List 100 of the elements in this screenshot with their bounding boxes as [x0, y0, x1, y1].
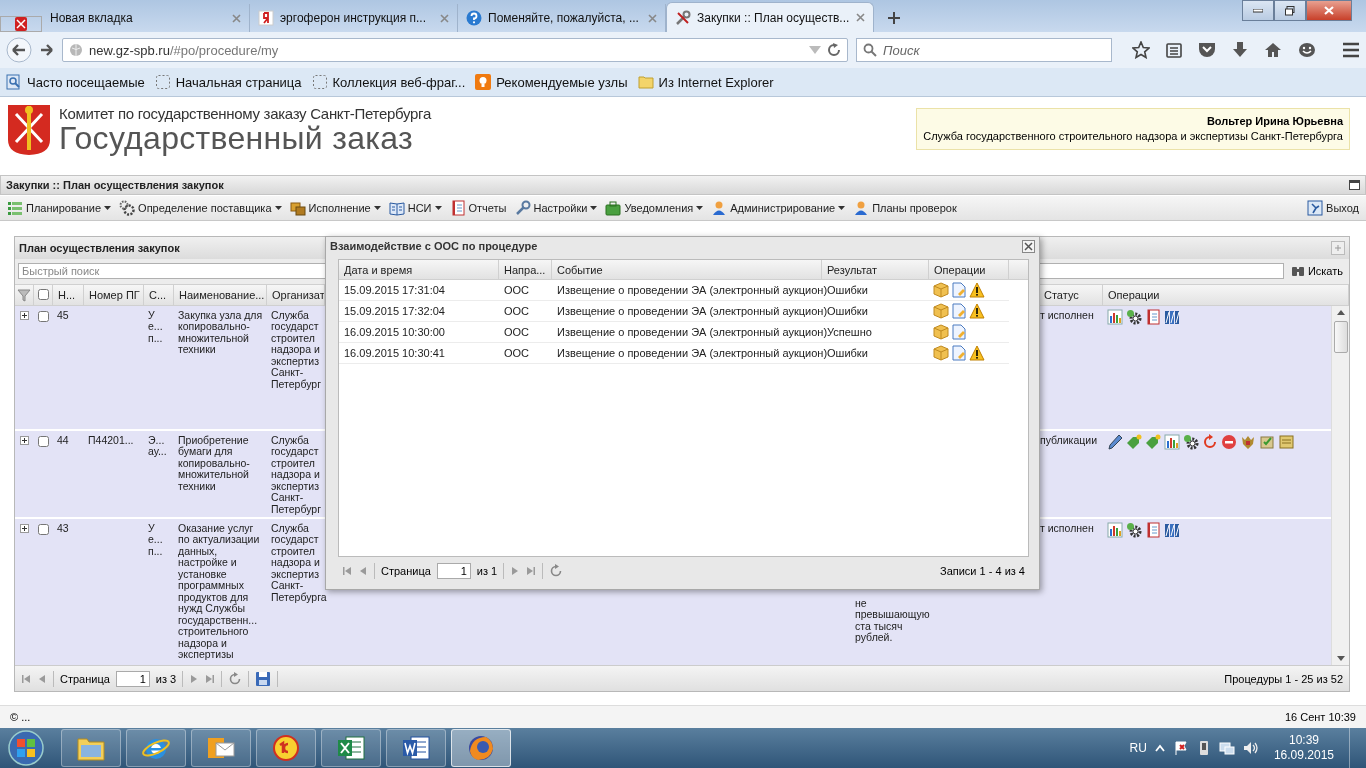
- warning-icon[interactable]: [969, 282, 985, 298]
- clock[interactable]: 10:39 16.09.2015: [1273, 733, 1334, 763]
- column-header[interactable]: Результат: [827, 263, 878, 276]
- column-header[interactable]: С...: [144, 284, 174, 305]
- back-icon[interactable]: [6, 37, 32, 63]
- expand-icon[interactable]: [20, 310, 29, 320]
- warning-icon[interactable]: [969, 345, 985, 361]
- menu-item[interactable]: Планирование: [4, 198, 115, 218]
- column-header[interactable]: Наименование...: [174, 284, 267, 305]
- bookmark-item[interactable]: Начальная страница: [154, 74, 302, 90]
- menu-item[interactable]: Уведомления: [602, 198, 707, 218]
- search-button[interactable]: Искать: [1287, 265, 1346, 278]
- search-field[interactable]: Поиск: [856, 38, 1112, 62]
- reading-list-icon[interactable]: [1166, 42, 1182, 58]
- bar-chart-icon[interactable]: [1107, 308, 1123, 325]
- maximize-icon[interactable]: [1349, 180, 1360, 190]
- column-header[interactable]: Напра...: [504, 263, 546, 276]
- taskbar-app[interactable]: [321, 729, 381, 767]
- stop-icon[interactable]: [1221, 433, 1237, 450]
- column-header[interactable]: Дата и время: [344, 263, 413, 276]
- close-button[interactable]: [1022, 239, 1035, 253]
- bookmark-item[interactable]: Из Internet Explorer: [637, 74, 774, 90]
- gear-icon[interactable]: [1126, 521, 1142, 538]
- save-icon[interactable]: [255, 670, 272, 687]
- page-input[interactable]: 1: [436, 563, 471, 579]
- menu-icon[interactable]: [1342, 42, 1360, 58]
- volume-icon[interactable]: [1242, 740, 1259, 756]
- bookmark-item[interactable]: Коллекция веб-фраг...: [311, 74, 466, 90]
- restore-button[interactable]: [1274, 0, 1306, 21]
- report-icon[interactable]: [1145, 308, 1161, 325]
- logout-button[interactable]: Выход: [1304, 198, 1362, 218]
- close-icon[interactable]: [856, 13, 865, 22]
- language-indicator[interactable]: RU: [1129, 741, 1147, 755]
- page-input[interactable]: 1: [115, 670, 150, 687]
- tag-icon[interactable]: [1145, 433, 1161, 450]
- row-checkbox[interactable]: [38, 523, 49, 535]
- star-icon[interactable]: [1132, 41, 1150, 59]
- document-icon[interactable]: [951, 324, 967, 340]
- column-header[interactable]: Событие: [557, 263, 603, 276]
- gear-icon[interactable]: [1183, 433, 1199, 450]
- column-header[interactable]: Номер ПГ: [84, 284, 144, 305]
- menu-item[interactable]: Определение поставщика: [116, 198, 285, 218]
- binders-icon[interactable]: [1164, 308, 1180, 325]
- bar-chart-icon[interactable]: [1107, 521, 1123, 538]
- warning-icon[interactable]: [969, 303, 985, 319]
- expand-icon[interactable]: [20, 435, 29, 445]
- flag-icon[interactable]: [1172, 740, 1189, 756]
- gear-icon[interactable]: [1126, 308, 1142, 325]
- address-field[interactable]: new.gz-spb.ru/#po/procedure/my: [62, 38, 848, 62]
- taskbar-app[interactable]: [191, 729, 251, 767]
- bookmark-item[interactable]: Часто посещаемые: [6, 74, 145, 90]
- browser-tab[interactable]: Закупки :: План осуществ...: [666, 2, 874, 32]
- menu-item[interactable]: Администрирование: [708, 198, 849, 218]
- column-header[interactable]: Операции: [1103, 284, 1349, 305]
- scrollbar[interactable]: [1331, 305, 1349, 666]
- reload-icon[interactable]: [827, 43, 841, 57]
- taskbar-app[interactable]: [451, 729, 511, 767]
- row-checkbox[interactable]: [38, 310, 49, 322]
- package-icon[interactable]: [933, 324, 949, 340]
- scrollbar-thumb[interactable]: [1333, 320, 1348, 353]
- menu-item[interactable]: Настройки: [511, 198, 601, 218]
- new-tab-icon[interactable]: [888, 12, 900, 24]
- taskbar-app[interactable]: [61, 729, 121, 767]
- package-icon[interactable]: [933, 303, 949, 319]
- row-checkbox[interactable]: [38, 435, 49, 447]
- column-header[interactable]: Операции: [934, 263, 986, 276]
- menu-item[interactable]: Исполнение: [286, 198, 384, 218]
- menu-item[interactable]: Отчеты: [446, 198, 510, 218]
- home-icon[interactable]: [1264, 42, 1282, 58]
- pocket-icon[interactable]: [1198, 42, 1216, 58]
- pencil-icon[interactable]: [1107, 433, 1123, 450]
- scroll-up-icon[interactable]: [1336, 309, 1345, 315]
- refresh-icon[interactable]: [228, 671, 243, 686]
- taskbar-app[interactable]: [126, 729, 186, 767]
- select-all-checkbox[interactable]: [37, 289, 49, 301]
- refresh-icon[interactable]: [549, 564, 564, 578]
- menu-item[interactable]: Планы проверок: [850, 198, 960, 218]
- refresh-icon[interactable]: [1202, 433, 1218, 450]
- chevron-icon[interactable]: [1154, 744, 1165, 752]
- package-icon[interactable]: [933, 282, 949, 298]
- close-button[interactable]: [1306, 0, 1352, 21]
- expand-icon[interactable]: [20, 523, 29, 533]
- bookmark-item[interactable]: Рекомендуемые узлы: [475, 74, 628, 90]
- scroll-down-icon[interactable]: [1336, 656, 1345, 662]
- taskbar-app[interactable]: [386, 729, 446, 767]
- binders-icon[interactable]: [1164, 521, 1180, 538]
- download-icon[interactable]: [1232, 41, 1248, 59]
- chat-icon[interactable]: [1298, 41, 1316, 59]
- filter-icon[interactable]: [17, 287, 31, 302]
- report-icon[interactable]: [1145, 521, 1161, 538]
- menu-item[interactable]: НСИ: [385, 198, 445, 218]
- first-page-icon[interactable]: [21, 673, 31, 684]
- last-page-icon[interactable]: [205, 673, 216, 684]
- network-icon[interactable]: [1218, 740, 1235, 756]
- taskbar-app[interactable]: [256, 729, 316, 767]
- package-icon[interactable]: [933, 345, 949, 361]
- bar-chart-icon[interactable]: [1164, 433, 1180, 450]
- document-check-icon[interactable]: [1259, 433, 1275, 450]
- forward-icon[interactable]: [40, 43, 54, 57]
- previous-page-icon[interactable]: [37, 673, 47, 684]
